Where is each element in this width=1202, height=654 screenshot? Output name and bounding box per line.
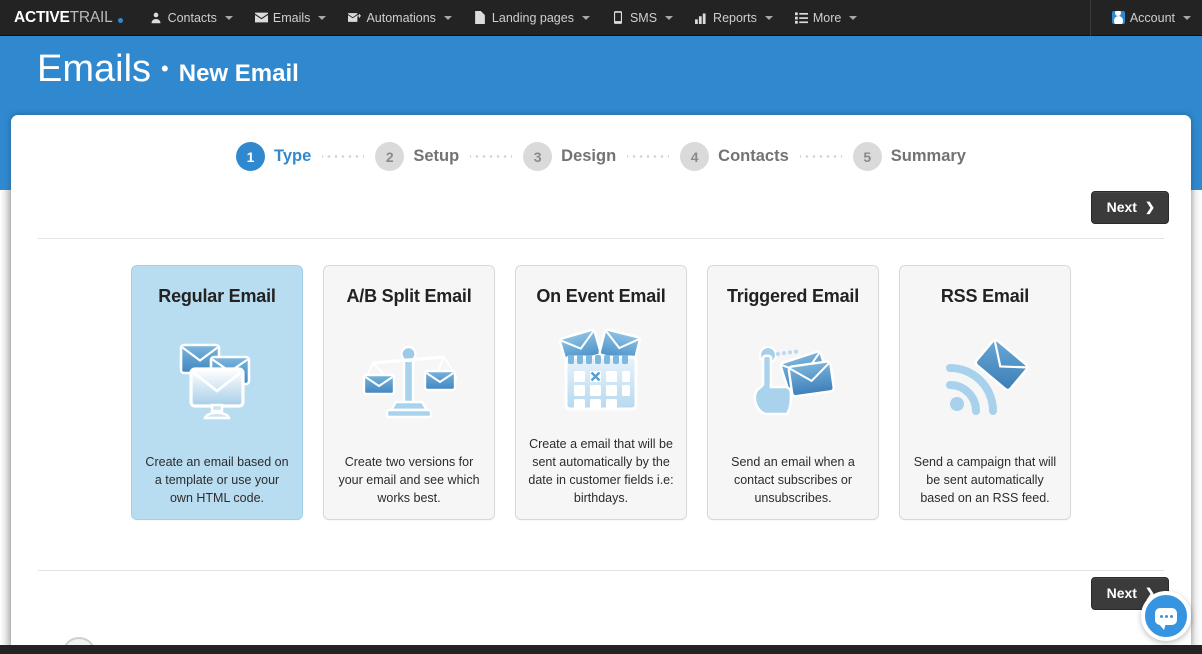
step-label: Contacts xyxy=(718,147,789,165)
email-type-card-triggered[interactable]: Triggered Email Send an email when a con… xyxy=(707,265,879,520)
step-number: 5 xyxy=(852,142,882,171)
wizard-step-type[interactable]: 1 Type xyxy=(236,142,311,171)
nav-item-sms[interactable]: SMS xyxy=(601,0,684,36)
step-connector xyxy=(470,155,513,158)
step-number: 3 xyxy=(523,142,553,171)
nav-item-emails[interactable]: Emails xyxy=(244,0,338,36)
next-button-top[interactable]: Next ❯ xyxy=(1090,191,1169,224)
chevron-down-icon xyxy=(665,15,674,20)
nav-item-reports[interactable]: Reports xyxy=(684,0,784,36)
calendar-envelopes-icon xyxy=(527,307,675,435)
chevron-right-icon: ❯ xyxy=(1144,200,1155,214)
next-button-label: Next xyxy=(1106,199,1137,215)
envelope-plus-icon xyxy=(348,11,362,24)
step-number: 1 xyxy=(236,142,266,171)
step-label: Type xyxy=(274,147,312,165)
account-label: Account xyxy=(1129,10,1175,25)
email-type-card-ab-split[interactable]: A/B Split Email Create two versions for … xyxy=(323,265,495,520)
rss-envelope-icon xyxy=(911,307,1059,453)
nav-item-landing-pages[interactable]: Landing pages xyxy=(463,0,601,36)
card-description: Send a campaign that will be sent automa… xyxy=(913,454,1057,505)
app-root: ACTIVE TRAIL Contacts Emails Automations… xyxy=(0,0,1202,654)
nav-item-label: Contacts xyxy=(167,10,217,25)
card-title: A/B Split Email xyxy=(346,286,472,306)
chevron-down-icon xyxy=(443,15,452,20)
brand-dot-icon xyxy=(117,18,123,23)
hand-click-envelopes-icon xyxy=(719,307,867,453)
step-connector xyxy=(799,155,842,158)
wizard-step-summary[interactable]: 5 Summary xyxy=(852,142,966,171)
person-icon xyxy=(150,11,163,24)
bar-chart-icon xyxy=(695,11,708,24)
card-title: On Event Email xyxy=(536,286,666,306)
left-page-edge xyxy=(0,190,11,654)
breadcrumb: Emails • New Email xyxy=(37,48,299,91)
chevron-down-icon xyxy=(849,15,858,20)
list-icon xyxy=(794,11,808,24)
balance-scale-envelopes-icon xyxy=(335,307,483,453)
wizard-step-contacts[interactable]: 4 Contacts xyxy=(680,142,789,171)
next-button-top-container: Next ❯ xyxy=(1090,191,1169,224)
card-description: Create two versions for your email and s… xyxy=(338,454,480,505)
mobile-icon xyxy=(612,11,625,24)
nav-item-label: Emails xyxy=(272,10,311,25)
card-description: Create an email based on a template or u… xyxy=(145,454,289,505)
step-label: Summary xyxy=(890,147,966,165)
window-bottom-strip xyxy=(0,645,1202,654)
breadcrumb-separator: • xyxy=(161,56,169,81)
step-connector xyxy=(627,155,670,158)
divider-bottom xyxy=(38,570,1164,571)
step-number: 2 xyxy=(375,142,405,171)
nav-item-label: More xyxy=(812,10,842,25)
page-subtitle: New Email xyxy=(178,60,299,87)
step-connector xyxy=(322,155,365,158)
card-title: Triggered Email xyxy=(726,286,860,306)
chevron-down-icon xyxy=(224,15,233,20)
email-type-card-rss[interactable]: RSS Email Send a campaign that will be s… xyxy=(899,265,1071,520)
page-icon xyxy=(474,11,487,24)
monitor-envelopes-icon xyxy=(143,307,291,453)
nav-item-label: Landing pages xyxy=(491,10,574,25)
nav-item-label: SMS xyxy=(629,10,658,25)
step-label: Setup xyxy=(413,147,460,165)
card-title: RSS Email xyxy=(940,286,1030,306)
nav-item-label: Automations xyxy=(366,10,436,25)
nav-item-contacts[interactable]: Contacts xyxy=(139,0,244,36)
divider-top xyxy=(38,238,1164,239)
nav-item-label: Reports xyxy=(713,10,757,25)
wizard-step-indicator: 1 Type 2 Setup 3 Design 4 Contacts 5 Sum xyxy=(11,142,1191,171)
card-description: Send an email when a contact subscribes … xyxy=(731,454,855,505)
step-label: Design xyxy=(561,147,617,165)
brand-logo[interactable]: ACTIVE TRAIL xyxy=(0,0,139,36)
right-page-edge xyxy=(1191,190,1202,654)
chevron-down-icon xyxy=(581,15,590,20)
chat-bubble-icon xyxy=(1155,607,1177,630)
nav-right-group: Account xyxy=(1089,0,1202,36)
email-type-card-list: Regular Email Create an email based on a… xyxy=(11,265,1191,520)
page-title: Emails xyxy=(37,48,152,90)
wizard-panel: 1 Type 2 Setup 3 Design 4 Contacts 5 Sum xyxy=(11,115,1191,645)
nav-items: Contacts Emails Automations Landing page… xyxy=(139,0,1090,36)
nav-item-more[interactable]: More xyxy=(784,0,868,36)
card-title: Regular Email xyxy=(158,286,276,306)
email-type-card-regular[interactable]: Regular Email Create an email based on a… xyxy=(131,265,303,520)
chat-bubble-button[interactable] xyxy=(1141,591,1191,641)
user-avatar-icon xyxy=(1111,11,1125,24)
envelope-icon xyxy=(254,11,268,24)
wizard-step-setup[interactable]: 2 Setup xyxy=(375,142,459,171)
chevron-down-icon xyxy=(1183,15,1191,20)
chevron-down-icon xyxy=(764,15,773,20)
card-description: Create a email that will be sent automat… xyxy=(528,436,674,505)
account-menu[interactable]: Account xyxy=(1101,0,1202,36)
nav-item-automations[interactable]: Automations xyxy=(337,0,462,36)
brand-logo-part1: ACTIVE xyxy=(14,8,70,26)
brand-logo-part2: TRAIL xyxy=(69,8,113,26)
chevron-down-icon xyxy=(318,15,327,20)
next-button-label: Next xyxy=(1106,585,1137,601)
email-type-card-on-event[interactable]: On Event Email Create a email that will … xyxy=(515,265,687,520)
step-number: 4 xyxy=(680,142,710,171)
wizard-step-design[interactable]: 3 Design xyxy=(523,142,616,171)
top-navigation-bar: ACTIVE TRAIL Contacts Emails Automations… xyxy=(0,0,1202,36)
